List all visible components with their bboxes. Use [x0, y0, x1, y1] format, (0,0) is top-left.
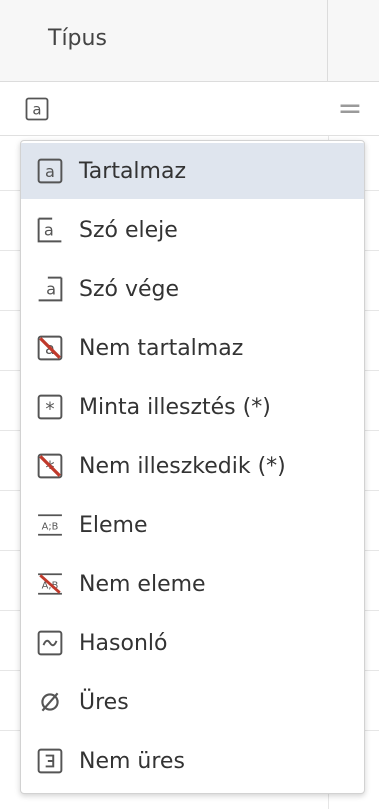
not-empty-icon [35, 746, 65, 776]
column-header-next[interactable] [328, 0, 379, 82]
filter-row: a = [0, 82, 379, 136]
menu-item-label: Nem tartalmaz [79, 335, 244, 361]
menu-item-not-empty[interactable]: Nem üres [21, 733, 364, 789]
menu-item-not-in-list[interactable]: A;B Nem eleme [21, 556, 364, 612]
menu-item-label: Eleme [79, 512, 148, 538]
svg-text:a: a [44, 220, 54, 239]
column-header-tipus[interactable]: Típus [0, 0, 328, 82]
menu-item-not-contains[interactable]: a Nem tartalmaz [21, 320, 364, 376]
in-list-icon: A;B [35, 510, 65, 540]
menu-item-label: Üres [79, 689, 129, 715]
menu-item-contains[interactable]: a Tartalmaz [21, 143, 364, 199]
not-in-list-icon: A;B [35, 569, 65, 599]
svg-text:A;B: A;B [42, 521, 59, 532]
svg-text:a: a [46, 279, 56, 298]
operator-equals[interactable]: = [335, 92, 365, 126]
svg-text:a: a [45, 162, 55, 181]
starts-with-icon: a [35, 215, 65, 245]
menu-item-label: Nem üres [79, 748, 185, 774]
menu-item-wildcard-match[interactable]: * Minta illesztés (*) [21, 379, 364, 435]
not-wildcard-match-icon: * [35, 451, 65, 481]
menu-item-similar[interactable]: Hasonló [21, 615, 364, 671]
menu-item-label: Szó vége [79, 276, 180, 302]
menu-item-starts-with[interactable]: a Szó eleje [21, 202, 364, 258]
menu-item-label: Nem illeszkedik (*) [79, 453, 286, 479]
contains-icon: a [35, 156, 65, 186]
menu-item-label: Nem eleme [79, 571, 206, 597]
similar-icon [35, 628, 65, 658]
not-contains-icon: a [35, 333, 65, 363]
menu-item-label: Szó eleje [79, 217, 178, 243]
column-title: Típus [48, 26, 107, 51]
empty-icon [35, 687, 65, 717]
menu-item-in-list[interactable]: A;B Eleme [21, 497, 364, 553]
menu-item-ends-with[interactable]: a Szó vége [21, 261, 364, 317]
menu-item-label: Hasonló [79, 630, 168, 656]
menu-item-label: Minta illesztés (*) [79, 394, 271, 420]
ends-with-icon: a [35, 274, 65, 304]
svg-text:a: a [32, 101, 41, 119]
menu-item-empty[interactable]: Üres [21, 674, 364, 730]
wildcard-match-icon: * [35, 392, 65, 422]
menu-item-not-wildcard-match[interactable]: * Nem illeszkedik (*) [21, 438, 364, 494]
contains-icon: a [25, 97, 49, 121]
menu-item-label: Tartalmaz [79, 158, 187, 184]
filter-operation-button[interactable]: a [22, 94, 52, 124]
svg-text:*: * [45, 400, 54, 420]
filter-operation-menu: a Tartalmaz a Szó eleje a Szó vége Nem t… [20, 140, 365, 794]
